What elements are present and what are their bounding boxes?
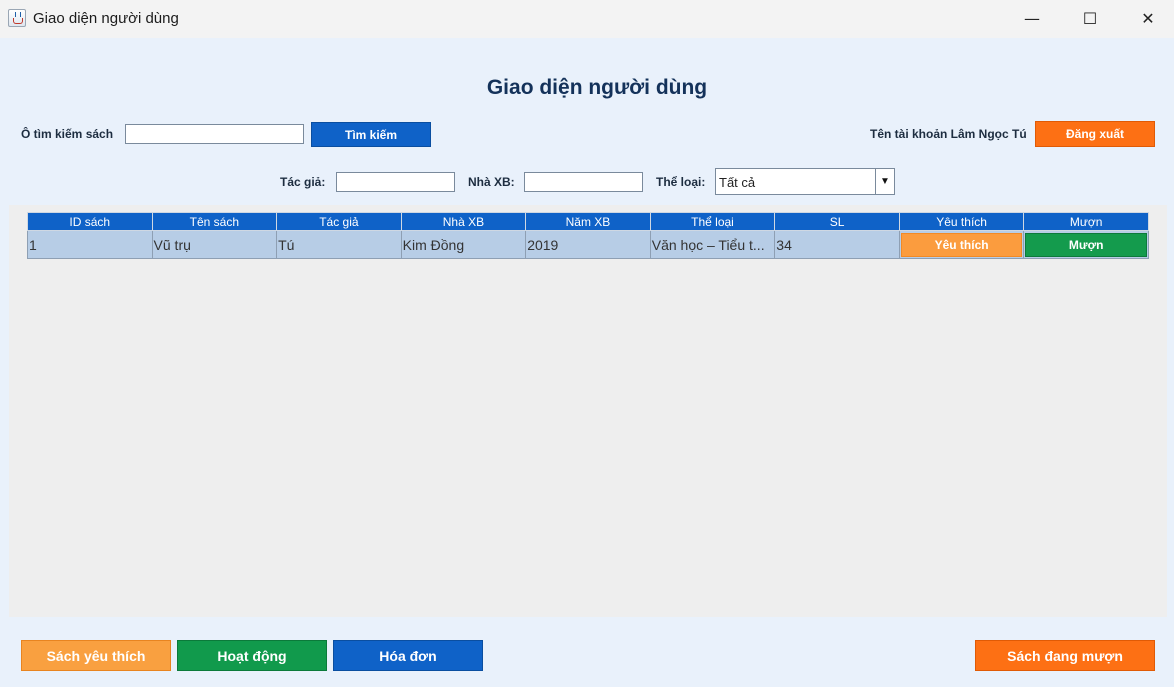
- activity-button[interactable]: Hoạt động: [177, 640, 327, 671]
- window-titlebar: Giao diện người dùng — ☐ ✕: [0, 0, 1174, 38]
- cell-year[interactable]: 2019: [525, 230, 651, 259]
- window-title: Giao diện người dùng: [33, 10, 179, 27]
- books-table: ID sách Tên sách Tác giả Nhà XB Năm XB T…: [27, 212, 1149, 259]
- table-panel: [9, 205, 1167, 617]
- triangle-down-icon[interactable]: ▼: [875, 169, 894, 194]
- column-header-year[interactable]: Năm XB: [525, 212, 651, 231]
- author-label: Tác giả:: [280, 175, 326, 189]
- search-label: Ô tìm kiếm sách: [21, 127, 114, 141]
- column-header-id[interactable]: ID sách: [27, 212, 153, 231]
- publisher-input[interactable]: [524, 172, 643, 192]
- cell-id[interactable]: 1: [27, 230, 153, 259]
- favorite-button[interactable]: Yêu thích: [900, 232, 1023, 257]
- cell-publisher[interactable]: Kim Đồng: [400, 230, 527, 259]
- column-header-author[interactable]: Tác giả: [276, 212, 402, 231]
- column-header-name[interactable]: Tên sách: [151, 212, 278, 231]
- table-header-row: ID sách Tên sách Tác giả Nhà XB Năm XB T…: [27, 212, 1149, 231]
- account-label: Tên tài khoản Lâm Ngọc Tú: [870, 127, 1027, 141]
- cell-name[interactable]: Vũ trụ: [151, 230, 278, 259]
- cell-borrow: Mượn: [1023, 230, 1149, 259]
- genre-label: Thể loại:: [656, 175, 706, 189]
- borrowing-books-button[interactable]: Sách đang mượn: [975, 640, 1155, 671]
- genre-selected-value: Tất cả: [719, 175, 756, 190]
- column-header-genre[interactable]: Thể loại: [649, 212, 776, 231]
- close-button[interactable]: ✕: [1119, 0, 1174, 36]
- column-header-borrow[interactable]: Mượn: [1023, 212, 1149, 231]
- publisher-label: Nhà XB:: [468, 175, 515, 189]
- minimize-button[interactable]: —: [1003, 0, 1061, 36]
- page-title: Giao diện người dùng: [486, 76, 708, 99]
- cell-genre[interactable]: Văn học – Tiểu t...: [649, 230, 776, 259]
- search-input[interactable]: [125, 124, 304, 144]
- column-header-favorite[interactable]: Yêu thích: [898, 212, 1025, 231]
- invoices-button[interactable]: Hóa đơn: [333, 640, 483, 671]
- cell-favorite: Yêu thích: [898, 230, 1025, 259]
- java-cup-icon: [8, 9, 26, 27]
- maximize-button[interactable]: ☐: [1061, 0, 1119, 36]
- column-header-publisher[interactable]: Nhà XB: [400, 212, 527, 231]
- author-input[interactable]: [336, 172, 455, 192]
- favorites-button[interactable]: Sách yêu thích: [21, 640, 171, 671]
- cell-author[interactable]: Tú: [276, 230, 402, 259]
- borrow-button[interactable]: Mượn: [1025, 232, 1147, 257]
- table-row[interactable]: 1 Vũ trụ Tú Kim Đồng 2019 Văn học – Tiểu…: [27, 230, 1149, 259]
- cell-quantity[interactable]: 34: [774, 230, 900, 259]
- search-button[interactable]: Tìm kiếm: [311, 122, 431, 147]
- column-header-quantity[interactable]: SL: [774, 212, 900, 231]
- genre-dropdown[interactable]: Tất cả ▼: [715, 168, 895, 195]
- logout-button[interactable]: Đăng xuất: [1035, 121, 1155, 147]
